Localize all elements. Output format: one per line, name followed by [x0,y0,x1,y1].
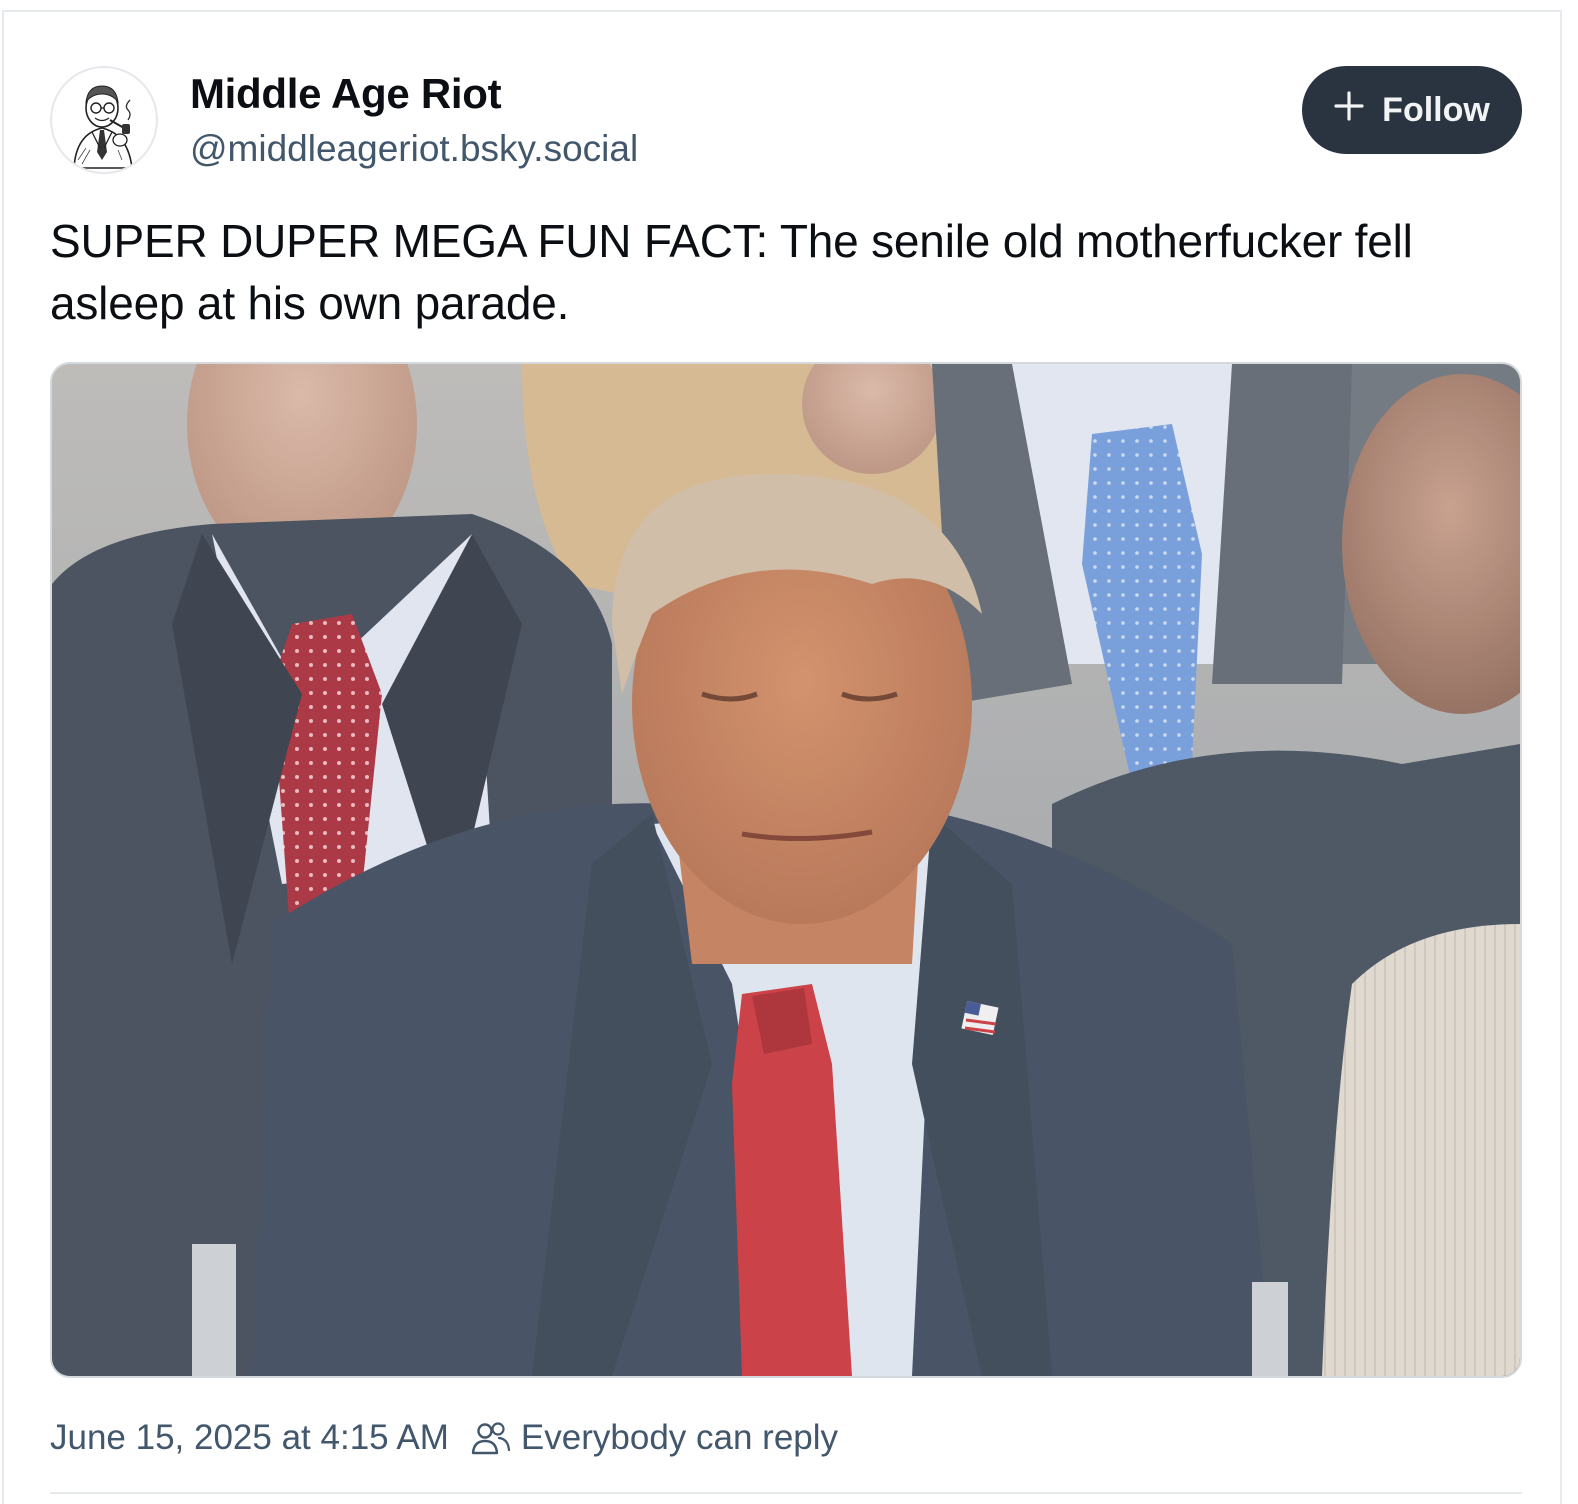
follow-button[interactable]: Follow [1302,66,1522,154]
author-handle[interactable]: @middleageriot.bsky.social [190,128,638,170]
plus-icon [1334,90,1364,130]
post-image[interactable] [50,362,1522,1378]
photo-of-seated-men-in-suits [52,364,1520,1376]
people-icon [471,1420,511,1456]
reply-setting: Everybody can reply [471,1418,838,1458]
post-timestamp[interactable]: June 15, 2025 at 4:15 AM [50,1418,449,1458]
reply-setting-label: Everybody can reply [520,1418,839,1457]
vintage-man-with-pipe-avatar [73,85,133,169]
post-footer: June 15, 2025 at 4:15 AM Everybody can r… [50,1418,838,1458]
divider [50,1492,1522,1494]
post-card: Middle Age Riot @middleageriot.bsky.soci… [2,10,1562,1504]
author-avatar[interactable] [50,66,158,174]
follow-button-label: Follow [1382,90,1490,129]
post-text: SUPER DUPER MEGA FUN FACT: The senile ol… [50,215,1413,329]
author-display-name[interactable]: Middle Age Riot [190,70,502,118]
